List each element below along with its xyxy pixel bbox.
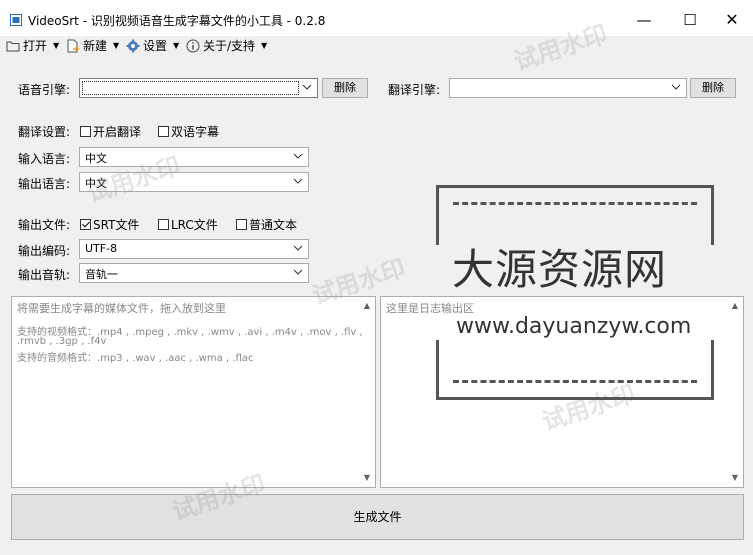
menu-settings[interactable]: 设置 ▼ — [126, 37, 179, 55]
output-track-value: 音轨一 — [85, 268, 118, 281]
delete-speech-engine-button[interactable]: 删除 — [322, 78, 368, 98]
lrc-file-label: LRC文件 — [171, 218, 218, 232]
chevron-down-icon — [293, 178, 303, 184]
translate-engine-select[interactable] — [449, 78, 687, 98]
watermark-brand: 大源资源网 — [452, 245, 668, 294]
speech-engine-label: 语音引擎: — [18, 83, 71, 97]
input-language-value: 中文 — [85, 152, 107, 165]
lrc-file-checkbox[interactable]: LRC文件 — [158, 216, 218, 233]
video-formats-text-cont: .rmvb , .3gp , .f4v — [17, 336, 107, 347]
chevron-down-icon — [671, 84, 681, 90]
window-title: VideoSrt - 识别视频语音生成字幕文件的小工具 - 0.2.8 — [28, 14, 326, 28]
audio-formats-text: 支持的音频格式：.mp3 , .wav , .aac , .wma , .fla… — [17, 353, 254, 364]
chevron-down-icon: ▼ — [53, 41, 60, 50]
bilingual-subtitle-checkbox[interactable]: 双语字幕 — [158, 123, 219, 140]
bilingual-subtitle-label: 双语字幕 — [171, 125, 220, 139]
media-drop-area[interactable]: 将需要生成字幕的媒体文件，拖入放到这里 支持的视频格式：.mp4 , .mpeg… — [11, 296, 376, 488]
close-button[interactable]: ✕ — [712, 6, 752, 34]
srt-file-label: SRT文件 — [93, 218, 140, 232]
scroll-up-icon[interactable]: ▲ — [728, 299, 742, 313]
checkbox-box — [80, 126, 91, 137]
chevron-down-icon — [302, 84, 312, 90]
chevron-down-icon — [293, 245, 303, 251]
menu-open-label: 打开 — [23, 39, 48, 53]
scroll-down-icon[interactable]: ▼ — [360, 471, 374, 485]
output-file-label: 输出文件: — [18, 218, 71, 232]
watermark-dash — [453, 202, 697, 205]
app-icon — [10, 14, 22, 26]
new-file-icon — [67, 39, 79, 53]
checkbox-box — [158, 126, 169, 137]
scroll-up-icon[interactable]: ▲ — [360, 299, 374, 313]
menu-open[interactable]: 打开 ▼ — [6, 37, 59, 55]
checkbox-box — [158, 219, 169, 230]
watermark-url: www.dayuanzyw.com — [456, 314, 692, 339]
focus-rect — [82, 81, 299, 95]
chevron-down-icon — [293, 269, 303, 275]
gear-icon — [126, 39, 140, 53]
maximize-button[interactable]: ☐ — [670, 6, 710, 34]
checkbox-box — [236, 219, 247, 230]
speech-engine-select[interactable] — [79, 78, 318, 98]
menu-about[interactable]: 关于/支持 ▼ — [186, 37, 267, 55]
chevron-down-icon: ▼ — [173, 41, 180, 50]
maximize-icon: ☐ — [683, 11, 697, 29]
plain-text-label: 普通文本 — [249, 218, 298, 232]
enable-translate-label: 开启翻译 — [93, 125, 142, 139]
output-language-label: 输出语言: — [18, 177, 71, 191]
input-language-label: 输入语言: — [18, 152, 71, 166]
translate-engine-label: 翻译引擎: — [388, 83, 441, 97]
close-icon: ✕ — [725, 10, 739, 29]
srt-file-checkbox[interactable]: SRT文件 — [80, 216, 139, 233]
output-encoding-label: 输出编码: — [18, 244, 71, 258]
plain-text-checkbox[interactable]: 普通文本 — [236, 216, 297, 233]
watermark-frame — [436, 340, 714, 400]
minimize-button[interactable]: — — [624, 6, 664, 34]
delete-translate-engine-button[interactable]: 删除 — [690, 78, 736, 98]
folder-icon — [6, 41, 20, 52]
menu-about-label: 关于/支持 — [203, 39, 256, 53]
chevron-down-icon: ▼ — [113, 41, 120, 50]
output-track-select[interactable]: 音轨一 — [79, 263, 309, 283]
output-track-label: 输出音轨: — [18, 268, 71, 282]
watermark-dash — [453, 380, 697, 383]
scroll-down-icon[interactable]: ▼ — [728, 471, 742, 485]
chevron-down-icon: ▼ — [261, 41, 268, 50]
generate-file-button[interactable]: 生成文件 — [11, 494, 744, 540]
output-encoding-select[interactable]: UTF-8 — [79, 239, 309, 259]
info-icon — [186, 39, 200, 53]
checkbox-box-checked — [80, 219, 91, 230]
menu-settings-label: 设置 — [143, 39, 168, 53]
output-encoding-value: UTF-8 — [85, 242, 118, 255]
media-drop-hint: 将需要生成字幕的媒体文件，拖入放到这里 — [17, 302, 226, 315]
enable-translate-checkbox[interactable]: 开启翻译 — [80, 123, 141, 140]
menu-new-label: 新建 — [83, 39, 108, 53]
chevron-down-icon — [293, 153, 303, 159]
menu-new[interactable]: 新建 ▼ — [66, 37, 119, 55]
translate-settings-label: 翻译设置: — [18, 125, 71, 139]
minimize-icon: — — [636, 11, 652, 29]
input-language-select[interactable]: 中文 — [79, 147, 309, 167]
